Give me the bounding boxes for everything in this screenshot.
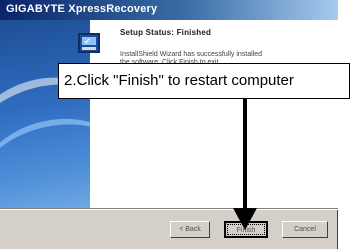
wizard-heading: Setup Status: Finished: [120, 28, 212, 37]
cancel-button[interactable]: Cancel: [282, 221, 328, 238]
down-arrow-icon: [233, 208, 257, 230]
installer-dialog: GIGABYTE XpressRecovery ✓ Setup Status: …: [0, 0, 338, 249]
wizard-side-banner: [0, 20, 90, 208]
window-title: GIGABYTE XpressRecovery: [6, 3, 158, 15]
button-divider: [0, 208, 338, 210]
down-arrow-icon: [243, 99, 247, 212]
back-button[interactable]: < Back: [170, 221, 210, 238]
wizard-content-panel: [90, 20, 338, 208]
title-bar[interactable]: GIGABYTE XpressRecovery: [0, 0, 338, 20]
instruction-callout: 2.Click "Finish" to restart computer: [58, 63, 350, 99]
computer-setup-icon: ✓: [78, 33, 100, 53]
